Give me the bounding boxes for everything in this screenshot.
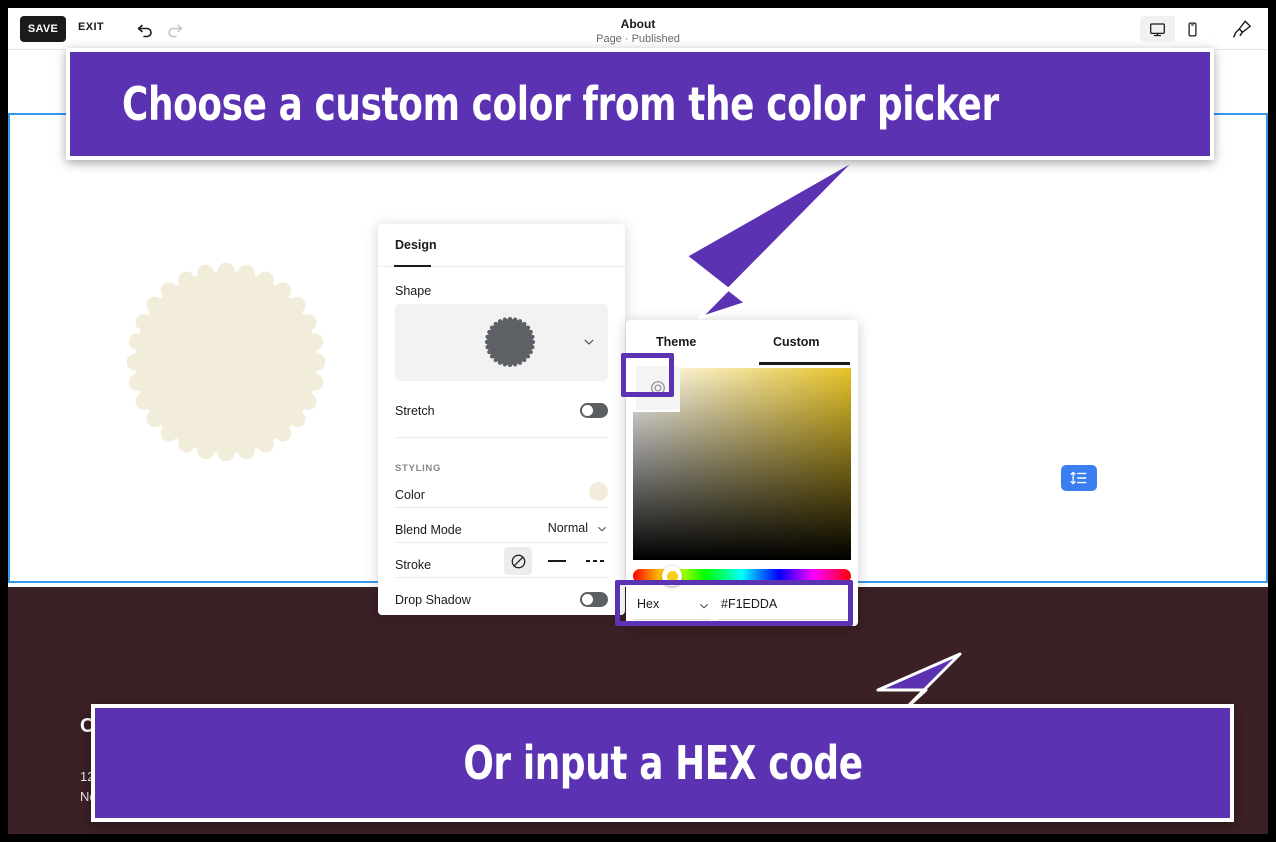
starburst-shape-icon bbox=[485, 317, 535, 367]
stretch-label: Stretch bbox=[395, 404, 435, 418]
divider-3 bbox=[395, 542, 608, 543]
hue-slider-knob[interactable] bbox=[662, 566, 682, 586]
starburst-shape[interactable] bbox=[127, 263, 325, 461]
color-row: Color bbox=[395, 482, 608, 504]
tab-theme[interactable]: Theme bbox=[656, 335, 696, 349]
shape-selector[interactable] bbox=[395, 304, 608, 381]
stroke-solid-button[interactable] bbox=[544, 551, 570, 571]
blend-mode-label: Blend Mode bbox=[395, 523, 462, 537]
divider-4 bbox=[395, 577, 608, 578]
exit-button[interactable]: EXIT bbox=[78, 21, 104, 33]
tab-design-underline bbox=[394, 264, 431, 267]
stroke-label: Stroke bbox=[395, 558, 432, 572]
line-spacing-icon bbox=[1070, 471, 1087, 485]
color-picker-popover: Theme Custom Hex #F1EDDA bbox=[626, 320, 858, 626]
device-preview-switcher bbox=[1140, 16, 1210, 42]
redo-button[interactable] bbox=[162, 17, 186, 41]
paintbrush-icon bbox=[1233, 20, 1251, 38]
hex-input-row: Hex #F1EDDA bbox=[633, 595, 851, 621]
device-desktop-button[interactable] bbox=[1140, 16, 1175, 42]
blend-mode-row[interactable]: Blend Mode Normal bbox=[395, 521, 608, 539]
color-swatch[interactable] bbox=[589, 482, 608, 501]
eyedropper-target-icon bbox=[651, 381, 665, 395]
undo-button[interactable] bbox=[134, 17, 158, 41]
tab-custom-underline bbox=[759, 362, 850, 365]
chevron-down-icon[interactable] bbox=[698, 600, 710, 612]
stroke-dashed-button[interactable] bbox=[582, 551, 608, 571]
design-panel-tabs: Design bbox=[378, 224, 625, 267]
stroke-options bbox=[504, 547, 608, 575]
editor-topbar: SAVE EXIT About Page · Published bbox=[8, 8, 1268, 50]
drop-shadow-row: Drop Shadow bbox=[395, 591, 608, 609]
design-panel: Design Shape Stretch STYLING Color Blend… bbox=[378, 224, 625, 615]
eyedropper-button[interactable] bbox=[636, 366, 680, 410]
color-label: Color bbox=[395, 488, 425, 502]
save-button[interactable]: SAVE bbox=[20, 16, 66, 42]
callout-top: Choose a custom color from the color pic… bbox=[66, 48, 1214, 160]
drop-shadow-label: Drop Shadow bbox=[395, 593, 471, 607]
stretch-toggle[interactable] bbox=[580, 403, 608, 418]
stroke-row: Stroke bbox=[395, 547, 608, 575]
redo-icon bbox=[168, 24, 183, 38]
callout-bottom: Or input a HEX code bbox=[91, 704, 1234, 822]
no-stroke-icon bbox=[511, 554, 525, 568]
style-brush-button[interactable] bbox=[1228, 16, 1256, 42]
undo-icon bbox=[137, 24, 152, 38]
callout-bottom-text: Or input a HEX code bbox=[462, 736, 863, 790]
page-info: About Page · Published bbox=[8, 17, 1268, 46]
stroke-none-button[interactable] bbox=[504, 547, 532, 575]
shape-label: Shape bbox=[395, 284, 432, 298]
chevron-down-icon bbox=[598, 527, 606, 532]
divider-2 bbox=[395, 507, 608, 508]
hex-value-input[interactable]: #F1EDDA bbox=[721, 597, 777, 611]
drop-shadow-toggle[interactable] bbox=[580, 592, 608, 607]
device-mobile-button[interactable] bbox=[1175, 16, 1210, 42]
solid-line-icon bbox=[548, 560, 566, 562]
stretch-row: Stretch bbox=[395, 402, 608, 420]
page-status: Page · Published bbox=[596, 33, 680, 45]
hex-input-underline bbox=[718, 619, 851, 620]
tab-design[interactable]: Design bbox=[395, 238, 437, 252]
dashed-line-icon bbox=[586, 560, 604, 562]
page-title: About bbox=[620, 17, 656, 31]
divider-1 bbox=[395, 437, 608, 438]
color-mode-underline bbox=[633, 619, 711, 620]
styling-section-header: STYLING bbox=[395, 463, 442, 474]
tab-custom[interactable]: Custom bbox=[773, 335, 820, 349]
color-mode-label[interactable]: Hex bbox=[637, 597, 659, 611]
color-picker-tabs: Theme Custom bbox=[626, 320, 858, 365]
chevron-down-icon bbox=[584, 339, 594, 345]
screenshot-root: SAVE EXIT About Page · Published 12 Ne D… bbox=[0, 0, 1276, 842]
desktop-monitor-icon bbox=[1150, 22, 1165, 36]
line-spacing-button[interactable] bbox=[1061, 465, 1097, 491]
blend-mode-value: Normal bbox=[547, 521, 588, 535]
mobile-phone-icon bbox=[1188, 21, 1197, 37]
callout-top-text: Choose a custom color from the color pic… bbox=[122, 77, 999, 131]
